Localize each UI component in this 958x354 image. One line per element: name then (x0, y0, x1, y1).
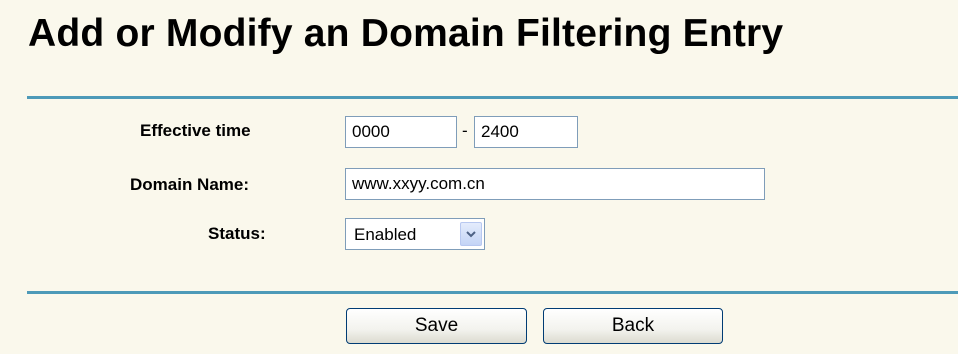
page-title: Add or Modify an Domain Filtering Entry (28, 12, 784, 55)
status-label: Status: (208, 224, 266, 243)
effective-time-label: Effective time (140, 121, 251, 140)
status-selected-value: Enabled (354, 225, 417, 244)
effective-time-start-input[interactable] (345, 116, 457, 148)
domain-name-input[interactable] (345, 168, 765, 200)
bottom-divider (27, 291, 958, 294)
status-select[interactable]: Enabled (345, 218, 485, 250)
effective-time-end-input[interactable] (474, 116, 578, 148)
top-divider (27, 96, 958, 99)
chevron-down-icon (466, 231, 476, 238)
back-button[interactable]: Back (543, 308, 723, 344)
status-dropdown-button[interactable] (460, 222, 482, 246)
domain-name-label: Domain Name: (130, 175, 250, 194)
time-separator: - (462, 121, 468, 140)
domain-filter-page: Add or Modify an Domain Filtering Entry … (0, 0, 958, 354)
save-button[interactable]: Save (346, 308, 527, 344)
